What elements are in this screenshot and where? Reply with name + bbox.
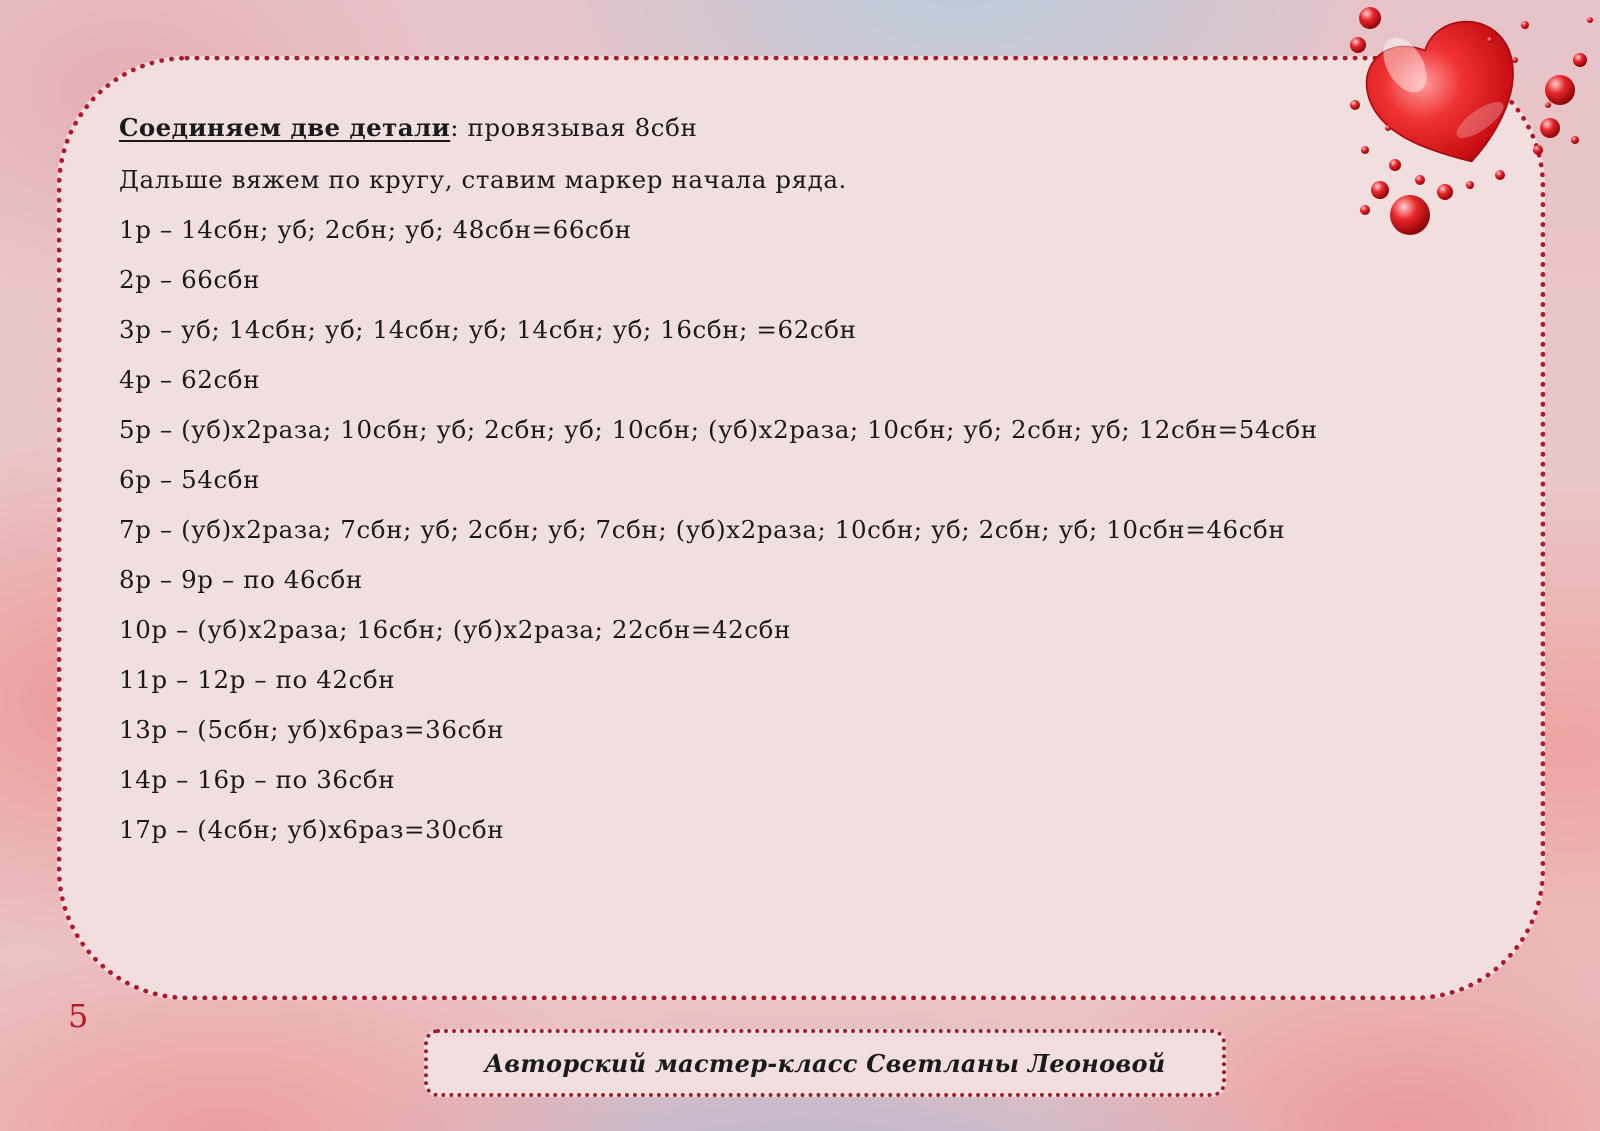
- row-instruction: 8р – 9р – по 46сбн: [119, 565, 363, 594]
- row-instruction: 5р – (уб)х2раза; 10сбн; уб; 2сбн; уб; 10…: [119, 415, 1318, 444]
- row-instruction: 10р – (уб)х2раза; 16сбн; (уб)х2раза; 22с…: [119, 615, 791, 644]
- row-instruction: 1р – 14сбн; уб; 2сбн; уб; 48сбн=66сбн: [119, 215, 632, 244]
- row-instruction: 17р – (4сбн; уб)х6раз=30сбн: [119, 815, 505, 844]
- intro-text: Дальше вяжем по кругу, ставим маркер нач…: [119, 165, 847, 194]
- row-instruction: 3р – уб; 14сбн; уб; 14сбн; уб; 14сбн; уб…: [119, 315, 857, 344]
- heart-with-droplets-icon: [1350, 7, 1593, 235]
- heading-rest: : провязывая 8сбн: [450, 113, 698, 142]
- row-instruction: 11р – 12р – по 42сбн: [119, 665, 396, 694]
- row-instruction: 2р – 66сбн: [119, 265, 261, 294]
- page-number: 5: [68, 997, 89, 1035]
- row-instruction: 13р – (5сбн; уб)х6раз=36сбн: [119, 715, 505, 744]
- footer-author-text: Авторский мастер-класс Светланы Леоновой: [484, 1048, 1166, 1078]
- row-instruction: 4р – 62сбн: [119, 365, 261, 394]
- row-instruction: 14р – 16р – по 36сбн: [119, 765, 396, 794]
- section-heading: Соединяем две детали: [119, 113, 451, 142]
- footer-banner: Авторский мастер-класс Светланы Леоновой: [424, 1029, 1226, 1097]
- heading-line: Соединяем две детали: провязывая 8сбн: [119, 112, 697, 144]
- row-instruction: 6р – 54сбн: [119, 465, 261, 494]
- row-instruction: 7р – (уб)х2раза; 7сбн; уб; 2сбн; уб; 7сб…: [119, 515, 1286, 544]
